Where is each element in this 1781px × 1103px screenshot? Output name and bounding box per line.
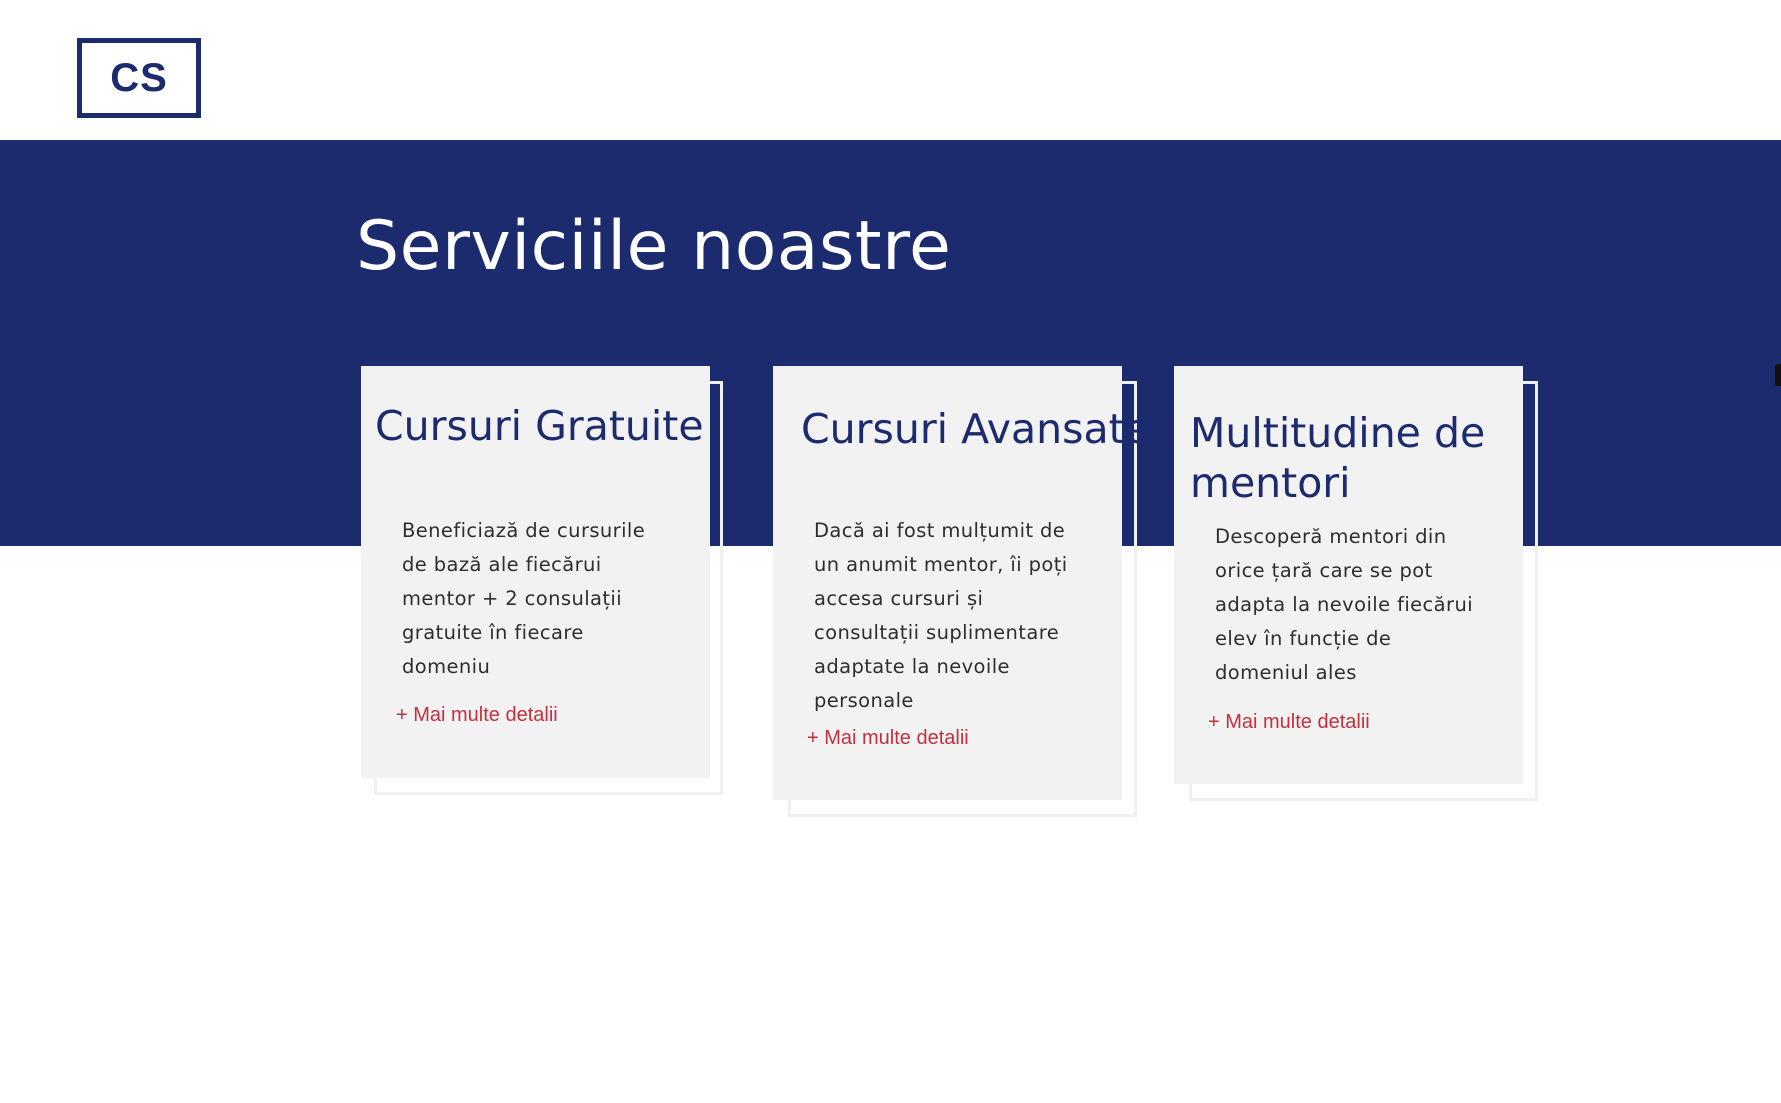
section-title: Serviciile noastre xyxy=(356,207,952,286)
card-mentors: Multitudine de mentori Descoperă mentori… xyxy=(1174,366,1523,784)
card-advanced-courses: Cursuri Avansate Dacă ai fost mulțumit d… xyxy=(773,366,1150,800)
site-logo[interactable]: CS xyxy=(77,38,201,118)
card-title: Cursuri Gratuite xyxy=(375,402,704,450)
logo-text: CS xyxy=(110,56,168,100)
more-details-link[interactable]: + Mai multe detalii xyxy=(807,727,969,750)
card-description: Descoperă mentori din orice țară care se… xyxy=(1215,525,1474,684)
card-title: Cursuri Avansate xyxy=(801,405,1150,453)
scroll-edge-handle[interactable] xyxy=(1775,364,1781,386)
card-free-courses: Cursuri Gratuite Beneficiază de cursuril… xyxy=(361,366,710,778)
card-description: Beneficiază de cursurile de bază ale fie… xyxy=(402,519,646,678)
more-details-link[interactable]: + Mai multe detalii xyxy=(1208,711,1370,734)
page: CS Serviciile noastre Cursuri Gratuite B… xyxy=(0,0,1781,1103)
more-details-link[interactable]: + Mai multe detalii xyxy=(396,704,558,727)
card-description: Dacă ai fost mulțumit de un anumit mento… xyxy=(814,519,1068,712)
card-title: Multitudine de mentori xyxy=(1190,409,1486,507)
